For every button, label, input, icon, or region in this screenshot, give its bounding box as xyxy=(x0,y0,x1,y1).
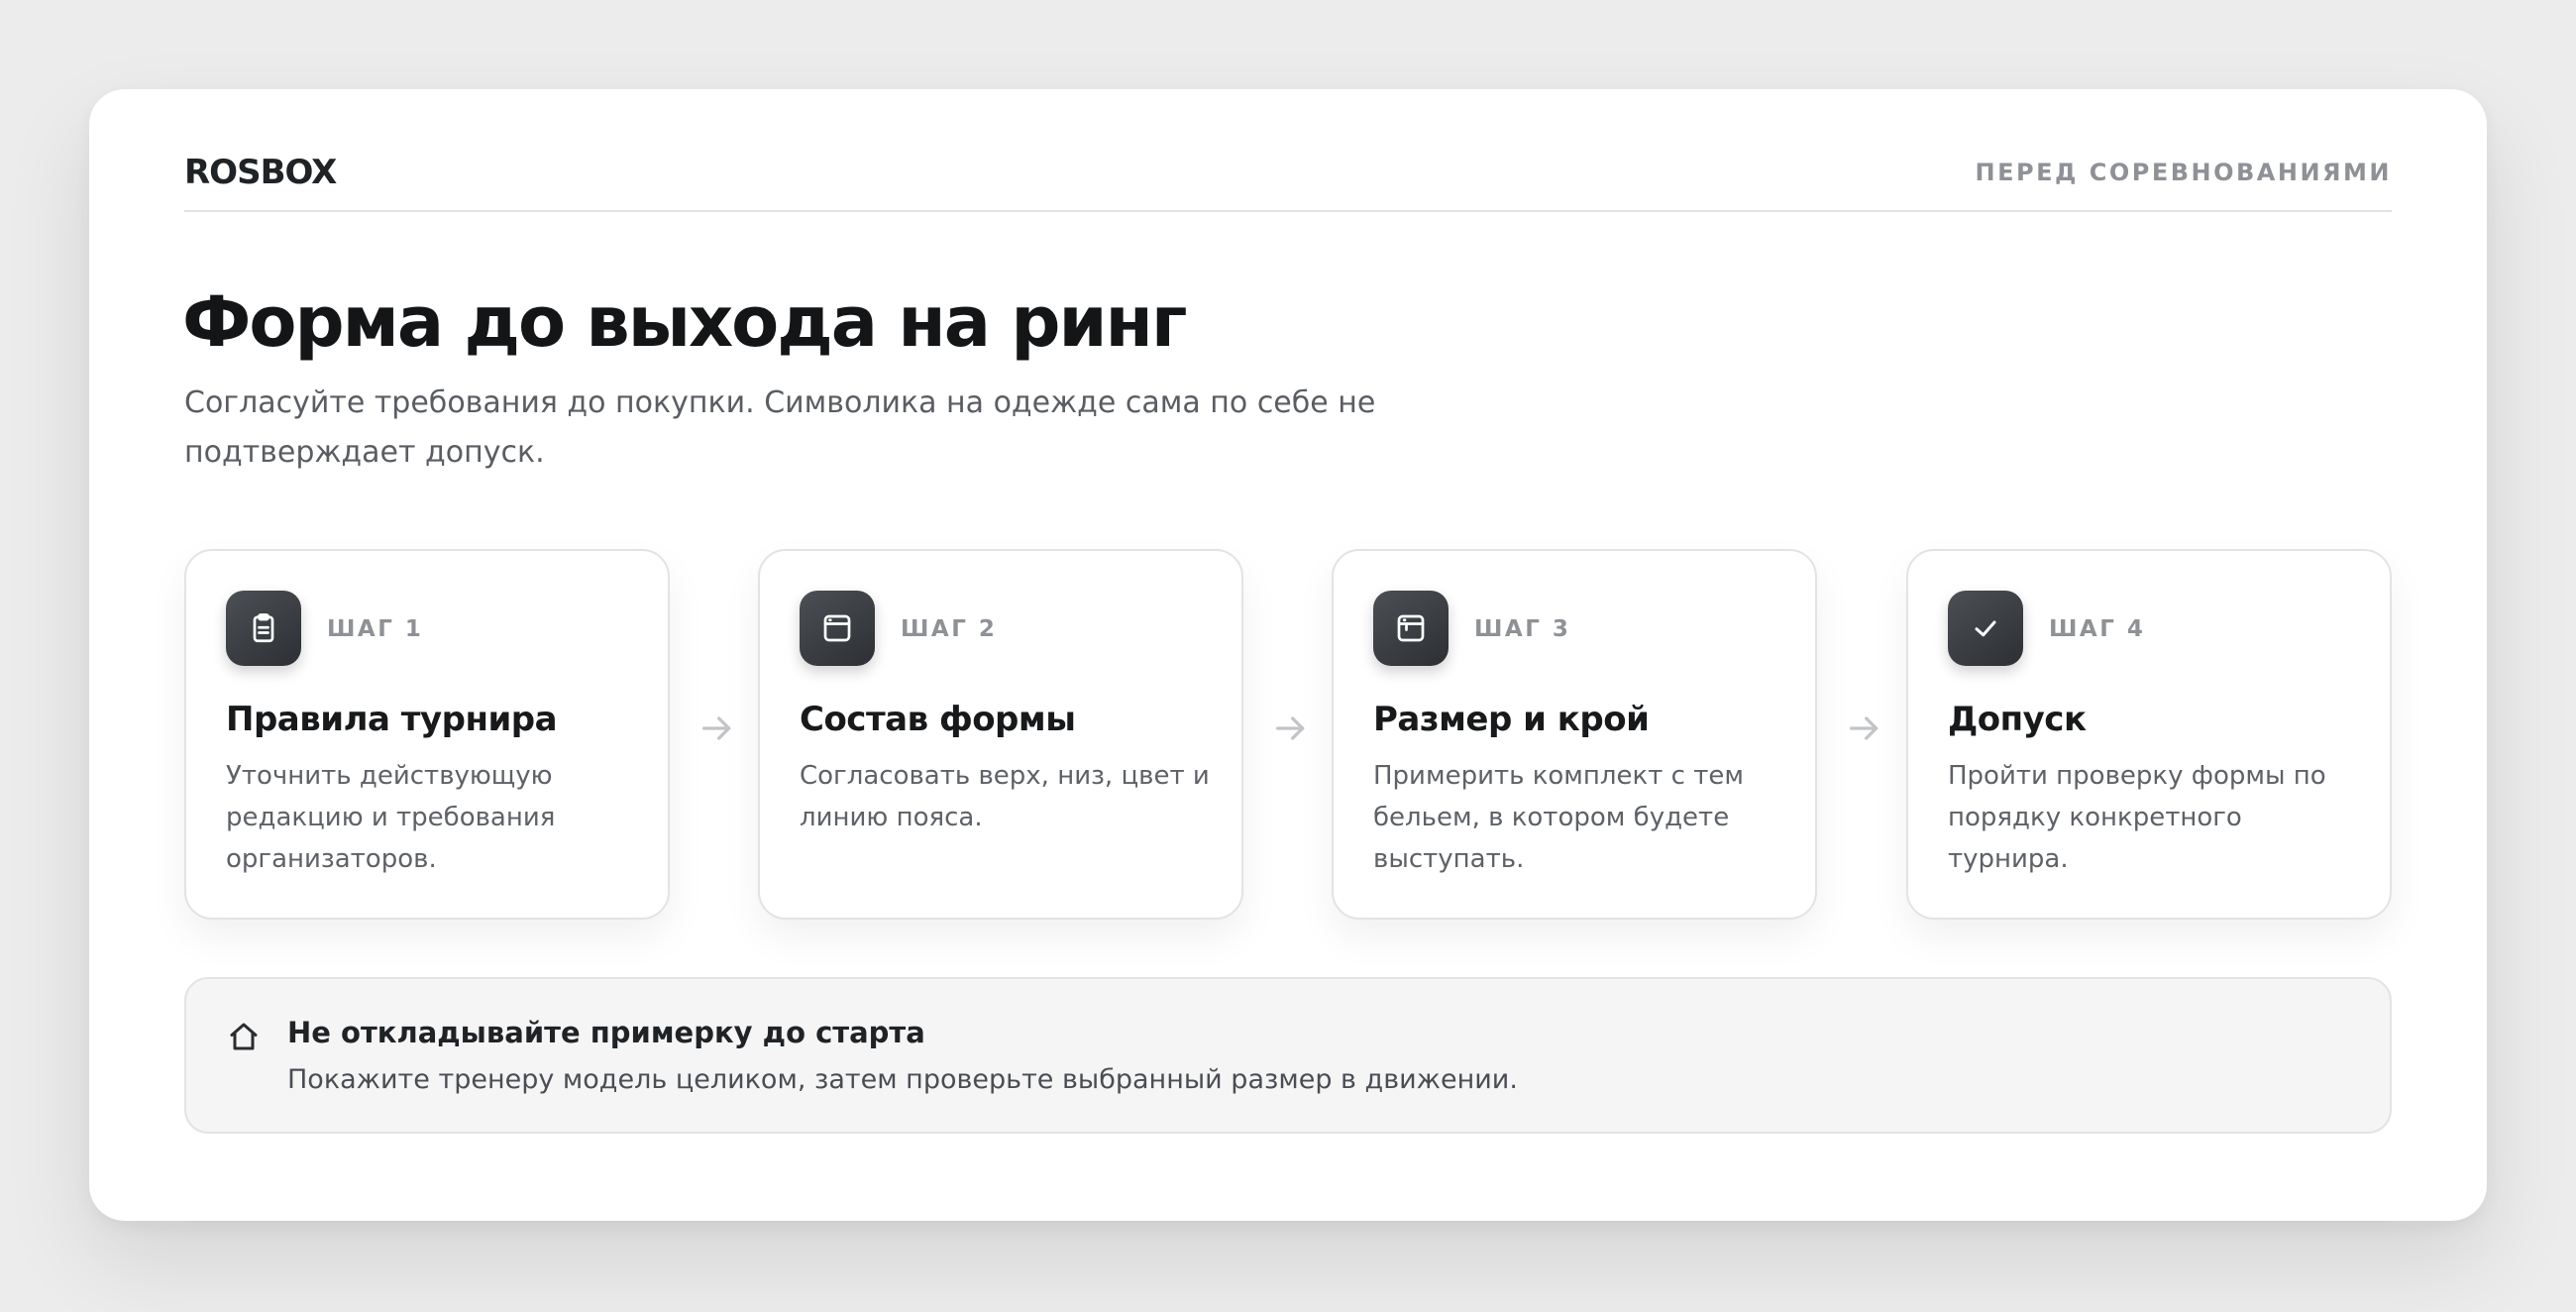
tip-text: Покажите тренеру модель целиком, затем п… xyxy=(287,1064,1518,1095)
header: ROSBOX ПЕРЕД СОРЕВНОВАНИЯМИ xyxy=(184,153,2392,212)
main-card: ROSBOX ПЕРЕД СОРЕВНОВАНИЯМИ Форма до вых… xyxy=(89,89,2487,1221)
step-label: ШАГ 4 xyxy=(2049,616,2146,642)
step-description: Уточнить действующую редакцию и требован… xyxy=(226,761,556,874)
step-title: Размер и крой xyxy=(1373,700,1650,739)
frame-icon xyxy=(1373,591,1449,666)
section-tag: ПЕРЕД СОРЕВНОВАНИЯМИ xyxy=(1975,159,2392,186)
arrow-right-icon xyxy=(1845,709,1884,748)
arrow-right-icon xyxy=(698,709,737,748)
clipboard-icon xyxy=(226,591,301,666)
step-card-2: ШАГ 2 Состав формы Согласовать верх, низ… xyxy=(758,549,1243,920)
step-card-3: ШАГ 3 Размер и крой Примерить комплект с… xyxy=(1332,549,1817,920)
step-label: ШАГ 3 xyxy=(1474,616,1571,642)
steps-row: ШАГ 1 Правила турнира Уточнить действующ… xyxy=(184,549,2392,922)
window-icon xyxy=(800,591,875,666)
step-description: Согласовать верх, низ, цвет и линию пояс… xyxy=(800,761,1210,832)
step-title: Правила турнира xyxy=(226,700,558,739)
step-title: Состав формы xyxy=(800,700,1076,739)
arrow-right-icon xyxy=(1271,709,1311,748)
step-card-4: ШАГ 4 Допуск Пройти проверку формы по по… xyxy=(1906,549,2392,920)
tip-title: Не откладывайте примерку до старта xyxy=(287,1016,925,1049)
step-label: ШАГ 2 xyxy=(901,616,998,642)
step-title: Допуск xyxy=(1948,700,2087,739)
step-card-1: ШАГ 1 Правила турнира Уточнить действующ… xyxy=(184,549,670,920)
step-description: Пройти проверку формы по порядку конкрет… xyxy=(1948,761,2326,874)
page-title: Форма до выхода на ринг xyxy=(182,281,1187,363)
tip-callout: Не откладывайте примерку до старта Покаж… xyxy=(184,977,2392,1134)
home-icon xyxy=(226,1019,262,1054)
page-subtitle: Согласуйте требования до покупки. Символ… xyxy=(184,385,1376,470)
check-icon xyxy=(1948,591,2023,666)
step-description: Примерить комплект с тем бельем, в котор… xyxy=(1373,761,1744,874)
step-label: ШАГ 1 xyxy=(327,616,424,642)
brand-logo[interactable]: ROSBOX xyxy=(184,153,337,192)
